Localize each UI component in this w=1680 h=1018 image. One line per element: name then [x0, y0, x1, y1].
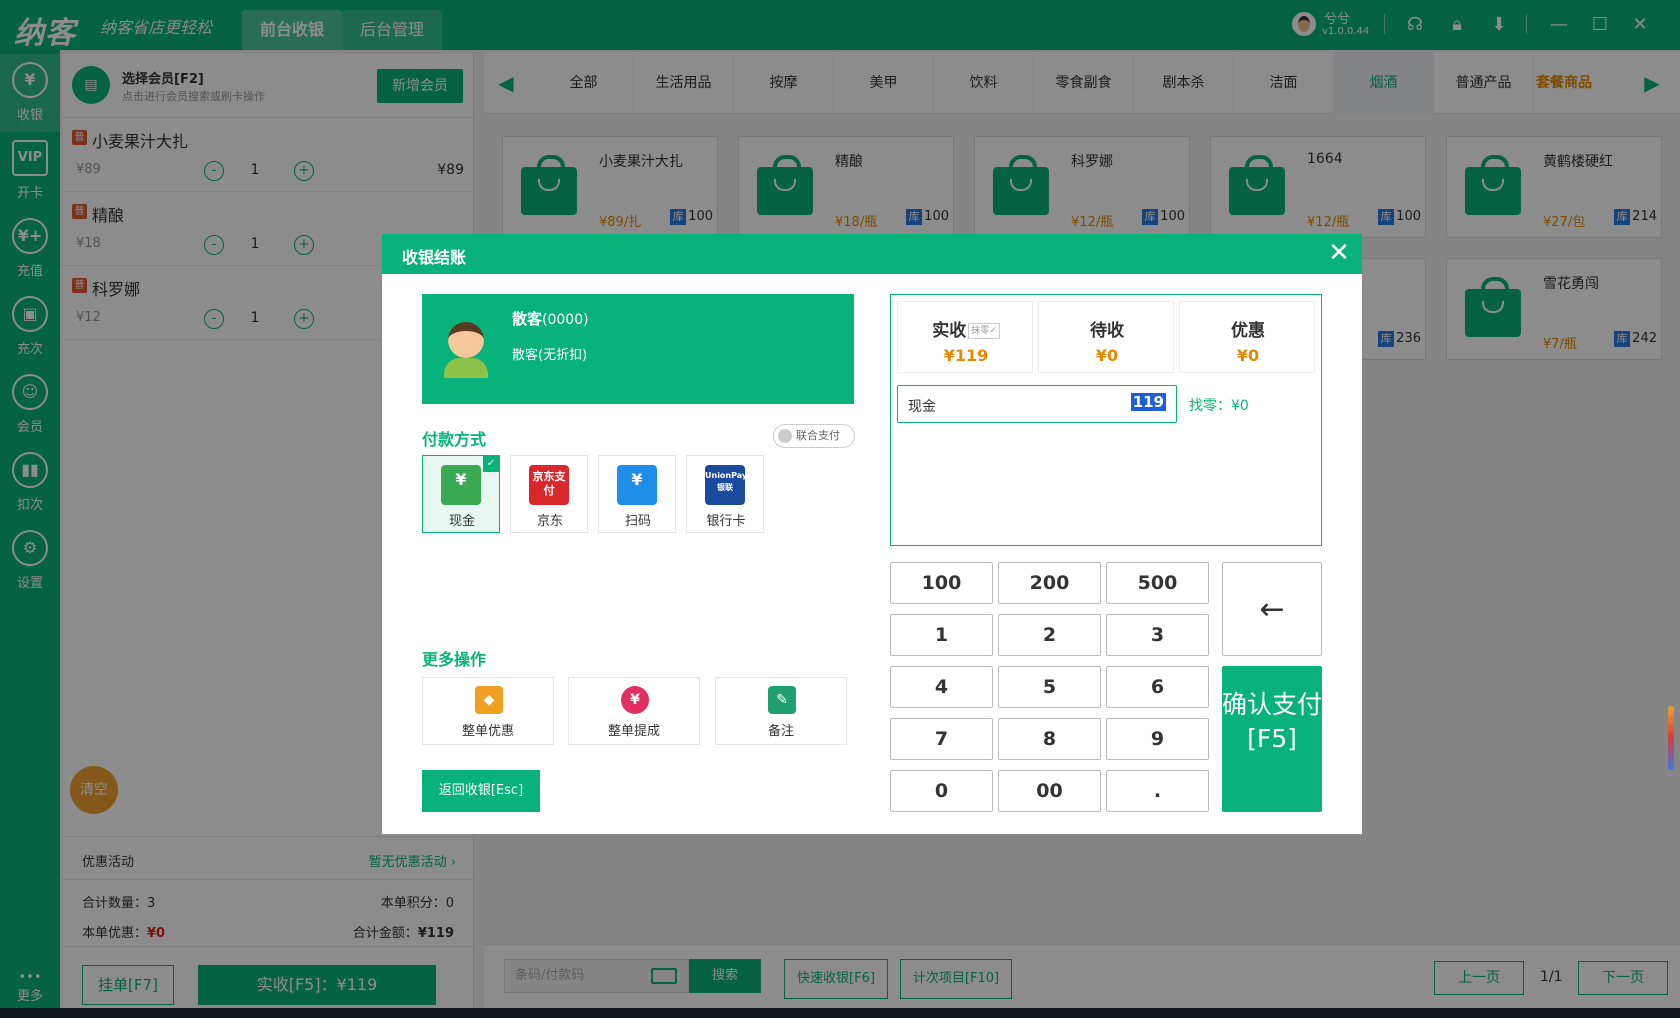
cash-icon: ¥ [441, 465, 481, 505]
customer-avatar [444, 320, 488, 378]
discount-label: 优惠 [1231, 321, 1265, 341]
op-label: 备注 [767, 724, 794, 739]
keypad-100[interactable]: 100 [890, 562, 993, 604]
pending-label: 待收 [1090, 321, 1124, 341]
side-scroll-indicator [1668, 706, 1674, 770]
note-edit-icon: ✎ [768, 686, 796, 714]
avatar-body [444, 358, 488, 378]
discount-tag-icon: ◆ [475, 686, 503, 714]
cash-amount-field[interactable]: 现金 119 [897, 385, 1177, 423]
joint-pay-toggle[interactable]: 联合支付 [773, 424, 855, 448]
received-label-text: 实收 [932, 321, 967, 341]
customer-card: 散客(0000) 散客(无折扣) [422, 294, 854, 404]
keypad-8[interactable]: 8 [998, 718, 1101, 760]
dialog-header: 收银结账 ✕ [382, 234, 1362, 274]
keypad-0[interactable]: 0 [890, 770, 993, 812]
pay-method-title: 付款方式 [422, 430, 487, 449]
keypad-200[interactable]: 200 [998, 562, 1101, 604]
pay-method-label: 扫码 [624, 514, 651, 529]
keypad-7[interactable]: 7 [890, 718, 993, 760]
avatar-head [448, 322, 484, 358]
dialog-title: 收银结账 [402, 248, 467, 267]
keypad-500[interactable]: 500 [1106, 562, 1209, 604]
keypad-dot[interactable]: . [1106, 770, 1209, 812]
keypad-9[interactable]: 9 [1106, 718, 1209, 760]
customer-name-text: 散客 [512, 310, 543, 328]
received-summary: 实收 抹零✓ ¥119 [897, 301, 1033, 373]
pending-value: ¥0 [1095, 346, 1119, 365]
discount-summary: 优惠 ¥0 [1179, 301, 1315, 373]
keypad-00[interactable]: 00 [998, 770, 1101, 812]
pay-method-label: 银行卡 [706, 514, 746, 529]
unionpay-icon: UnionPay 银联 [705, 465, 747, 505]
pay-method-label: 京东 [536, 514, 563, 529]
pay-method-cash[interactable]: ¥ 现金 [422, 455, 500, 533]
pay-method-jd[interactable]: 京东支付 京东 [510, 455, 588, 533]
backspace-icon[interactable]: ← [1222, 562, 1322, 656]
received-label: 实收 抹零✓ [898, 316, 1034, 341]
keypad-2[interactable]: 2 [998, 614, 1101, 656]
confirm-payment-button[interactable]: 确认支付[F5] [1222, 666, 1322, 812]
customer-level: 散客(无折扣) [512, 348, 588, 363]
pay-method-bankcard[interactable]: UnionPay 银联 银行卡 [686, 455, 764, 533]
scan-icon: ¥ [617, 465, 657, 505]
order-note-button[interactable]: ✎ 备注 [715, 677, 847, 745]
round-off-label: 抹零 [971, 326, 990, 336]
money-bag-icon: ¥ [621, 686, 649, 714]
pay-method-scan[interactable]: ¥ 扫码 [598, 455, 676, 533]
customer-id: (0000) [542, 312, 589, 328]
close-icon[interactable]: ✕ [1324, 238, 1354, 268]
received-value: ¥119 [943, 346, 989, 365]
pay-method-label: 现金 [448, 514, 475, 529]
change-amount: 找零：¥0 [1189, 398, 1249, 414]
keypad-1[interactable]: 1 [890, 614, 993, 656]
op-label: 整单提成 [607, 724, 660, 739]
order-discount-button[interactable]: ◆ 整单优惠 [422, 677, 554, 745]
cash-field-label: 现金 [908, 399, 936, 415]
op-label: 整单优惠 [461, 724, 514, 739]
keypad-3[interactable]: 3 [1106, 614, 1209, 656]
keypad-4[interactable]: 4 [890, 666, 993, 708]
back-to-cashier-button[interactable]: 返回收银[Esc] [422, 770, 540, 812]
order-commission-button[interactable]: ¥ 整单提成 [568, 677, 700, 745]
jd-pay-icon: 京东支付 [529, 465, 569, 505]
keypad-6[interactable]: 6 [1106, 666, 1209, 708]
cash-amount-value[interactable]: 119 [1130, 393, 1166, 411]
pending-summary: 待收 ¥0 [1038, 301, 1174, 373]
more-ops-title: 更多操作 [422, 650, 487, 669]
checkout-dialog: 收银结账 ✕ 散客(0000) 散客(无折扣) 付款方式 联合支付 ¥ 现金 京… [382, 234, 1362, 834]
payment-panel: 实收 抹零✓ ¥119 待收 ¥0 优惠 ¥0 现金 119 找零：¥0 [890, 294, 1322, 546]
customer-name: 散客(0000) [512, 308, 589, 329]
discount-value: ¥0 [1236, 346, 1260, 365]
keypad-5[interactable]: 5 [998, 666, 1101, 708]
round-off-checkbox[interactable]: 抹零✓ [968, 323, 1000, 339]
